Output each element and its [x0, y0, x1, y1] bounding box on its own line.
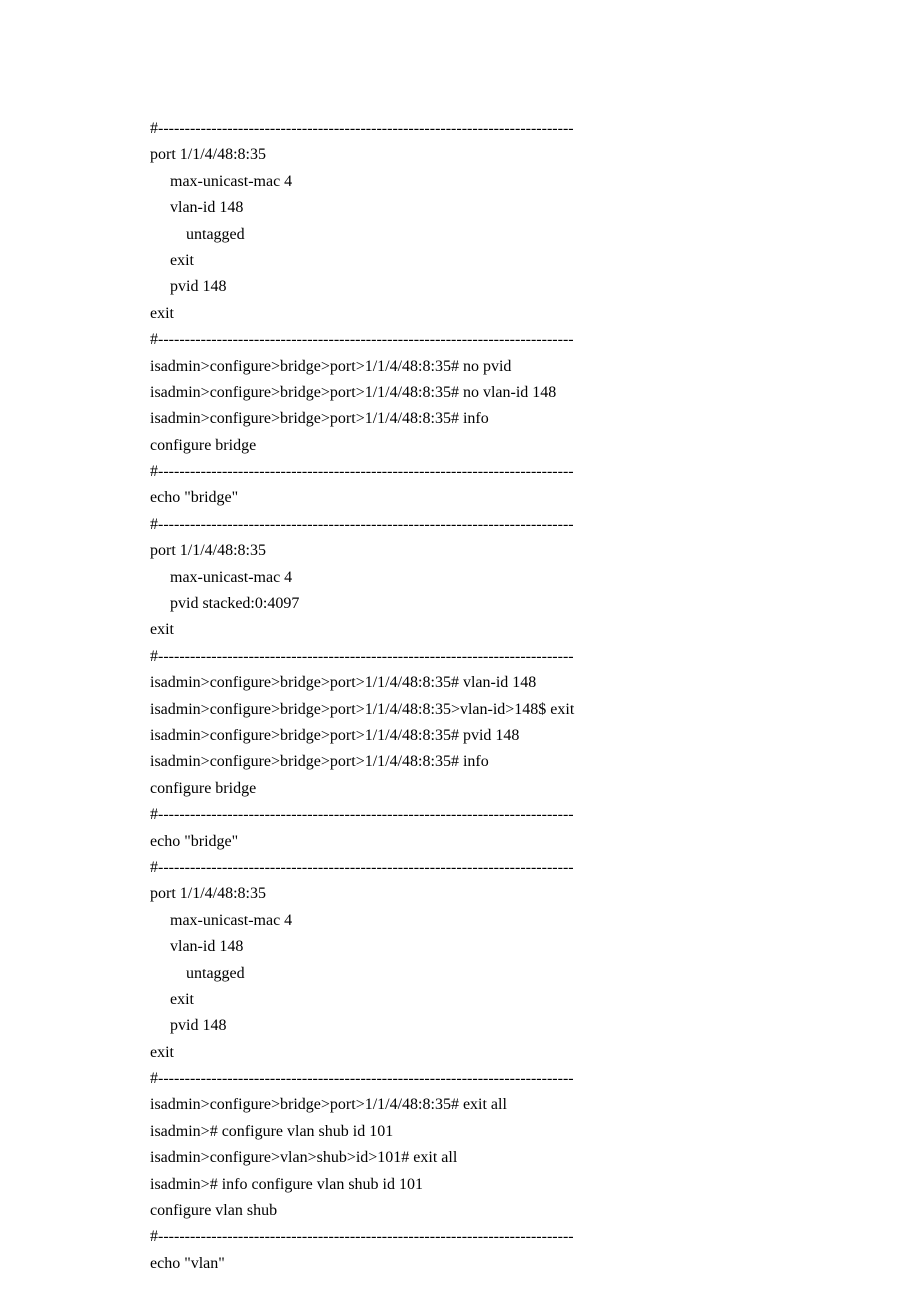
- code-line: #---------------------------------------…: [150, 1066, 770, 1092]
- code-line: configure vlan shub: [150, 1198, 770, 1224]
- code-line: #---------------------------------------…: [150, 327, 770, 353]
- code-line: pvid 148: [150, 1013, 770, 1039]
- code-line: isadmin>configure>bridge>port>1/1/4/48:8…: [150, 380, 770, 406]
- code-line: exit: [150, 301, 770, 327]
- code-line: exit: [150, 248, 770, 274]
- code-line: #---------------------------------------…: [150, 459, 770, 485]
- code-line: configure bridge: [150, 433, 770, 459]
- code-line: untagged: [150, 222, 770, 248]
- code-line: isadmin>configure>bridge>port>1/1/4/48:8…: [150, 697, 770, 723]
- code-line: configure bridge: [150, 776, 770, 802]
- code-line: isadmin># info configure vlan shub id 10…: [150, 1172, 770, 1198]
- code-line: max-unicast-mac 4: [150, 169, 770, 195]
- code-line: #---------------------------------------…: [150, 802, 770, 828]
- code-line: max-unicast-mac 4: [150, 565, 770, 591]
- code-line: exit: [150, 1040, 770, 1066]
- code-line: echo "bridge": [150, 829, 770, 855]
- code-line: #---------------------------------------…: [150, 1224, 770, 1250]
- code-line: exit: [150, 617, 770, 643]
- code-line: isadmin>configure>vlan>shub>id>101# exit…: [150, 1145, 770, 1171]
- code-line: port 1/1/4/48:8:35: [150, 142, 770, 168]
- code-line: pvid stacked:0:4097: [150, 591, 770, 617]
- code-line: #---------------------------------------…: [150, 116, 770, 142]
- code-line: untagged: [150, 961, 770, 987]
- code-line: vlan-id 148: [150, 934, 770, 960]
- code-line: #---------------------------------------…: [150, 644, 770, 670]
- code-line: vlan-id 148: [150, 195, 770, 221]
- code-line: isadmin>configure>bridge>port>1/1/4/48:8…: [150, 1092, 770, 1118]
- code-line: echo "vlan": [150, 1251, 770, 1277]
- code-line: max-unicast-mac 4: [150, 908, 770, 934]
- code-line: isadmin>configure>bridge>port>1/1/4/48:8…: [150, 670, 770, 696]
- code-line: pvid 148: [150, 274, 770, 300]
- code-line: #---------------------------------------…: [150, 855, 770, 881]
- code-line: isadmin>configure>bridge>port>1/1/4/48:8…: [150, 723, 770, 749]
- document-page: #---------------------------------------…: [0, 0, 920, 1302]
- code-line: port 1/1/4/48:8:35: [150, 538, 770, 564]
- code-line: exit: [150, 987, 770, 1013]
- code-line: isadmin>configure>bridge>port>1/1/4/48:8…: [150, 354, 770, 380]
- code-line: #---------------------------------------…: [150, 512, 770, 538]
- code-line: isadmin>configure>bridge>port>1/1/4/48:8…: [150, 749, 770, 775]
- code-line: port 1/1/4/48:8:35: [150, 881, 770, 907]
- code-line: isadmin>configure>bridge>port>1/1/4/48:8…: [150, 406, 770, 432]
- code-line: echo "bridge": [150, 485, 770, 511]
- code-line: isadmin># configure vlan shub id 101: [150, 1119, 770, 1145]
